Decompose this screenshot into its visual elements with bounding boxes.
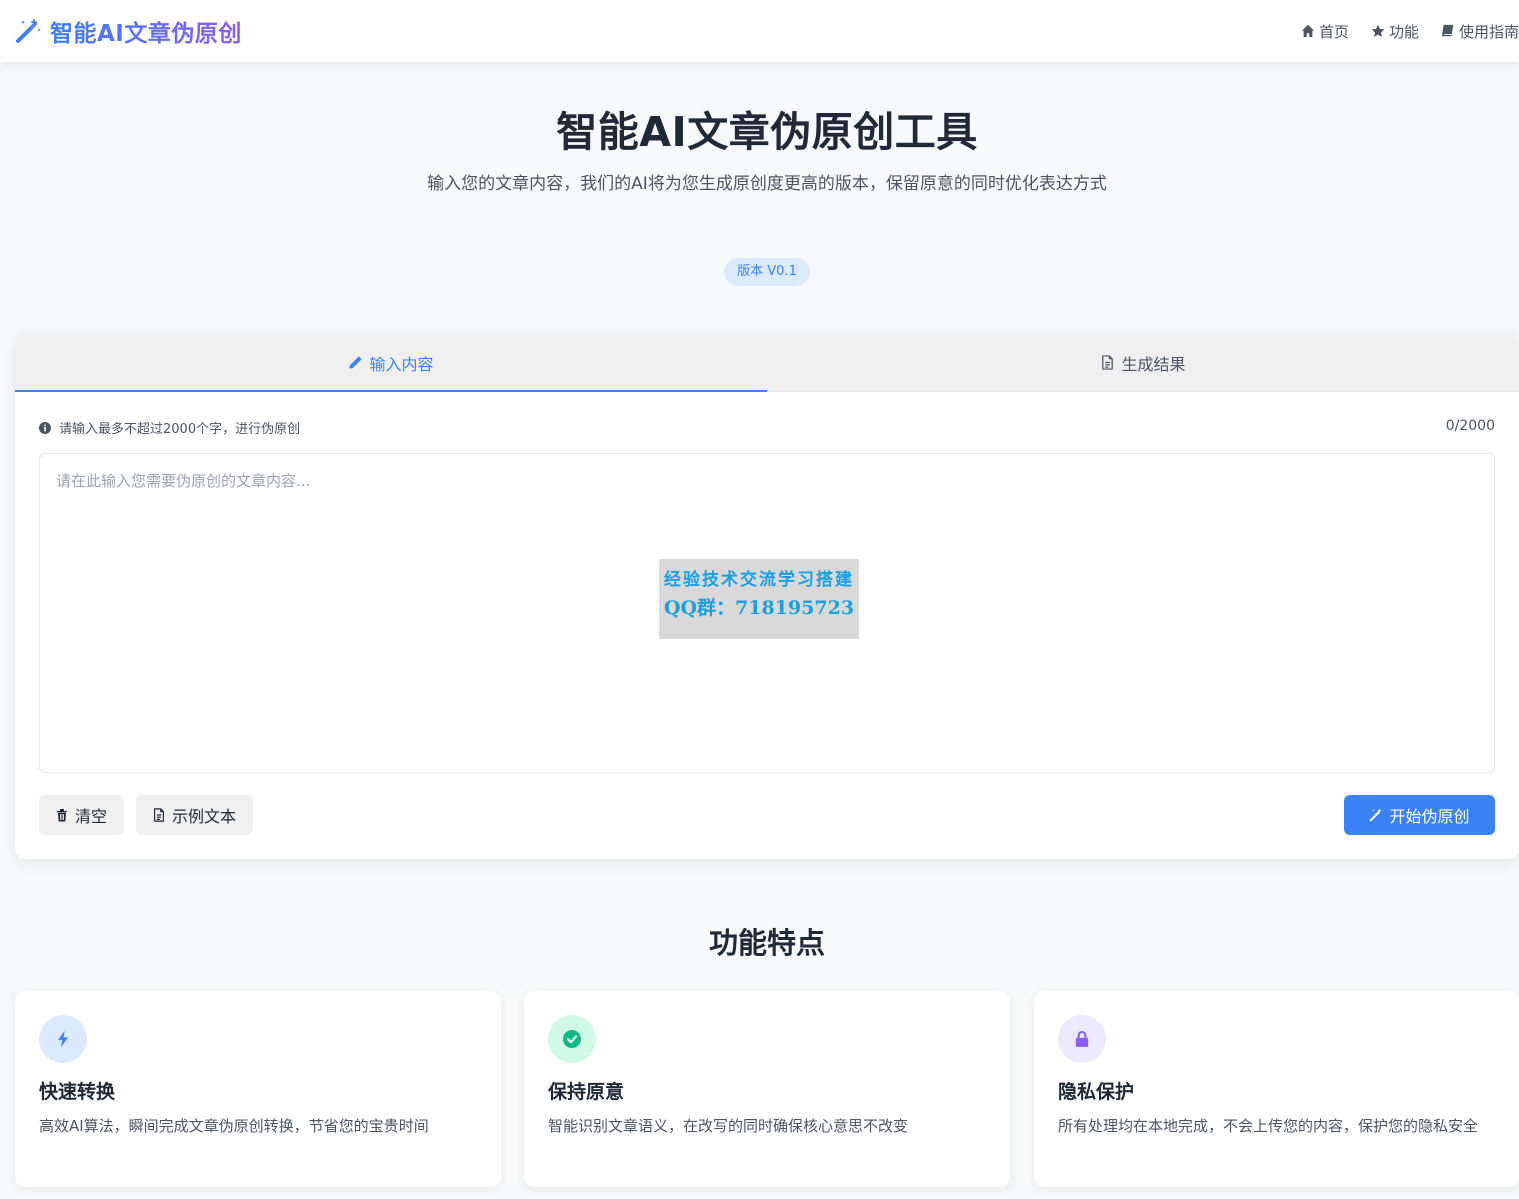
clear-button[interactable]: 清空 (39, 795, 124, 835)
home-icon (1301, 24, 1315, 38)
tab-input[interactable]: 输入内容 (15, 334, 767, 392)
watermark-overlay: 经验技术交流学习搭建 QQ群：718195723 (659, 559, 859, 639)
feature-card-meaning: 保持原意 智能识别文章语义，在改写的同时确保核心意思不改变 (524, 991, 1010, 1187)
main-nav: 首页 功能 使用指南 (1301, 21, 1519, 42)
char-counter: 0/2000 (1445, 418, 1495, 434)
nav-home-label: 首页 (1318, 22, 1349, 41)
feature-card-privacy: 隐私保护 所有处理均在本地完成，不会上传您的内容，保护您的隐私安全 (1034, 991, 1519, 1187)
feature-icon-wrap (1058, 1015, 1106, 1063)
clear-button-label: 清空 (75, 809, 108, 826)
feature-desc: 智能识别文章语义，在改写的同时确保核心意思不改变 (548, 1117, 909, 1135)
document-icon (154, 808, 164, 822)
lock-icon (1075, 1031, 1089, 1047)
feature-desc: 高效AI算法，瞬间完成文章伪原创转换，节省您的宝贵时间 (39, 1117, 429, 1135)
tab-bar: 输入内容 生成结果 (15, 334, 1519, 392)
tab-result-label: 生成结果 (1121, 354, 1186, 374)
feature-title: 快速转换 (39, 1081, 116, 1103)
magic-wand-icon (16, 18, 41, 43)
sample-text-button-label: 示例文本 (172, 809, 237, 826)
star-icon (1371, 24, 1385, 37)
watermark-line-1: 经验技术交流学习搭建 (664, 570, 854, 590)
brand-name: 智能AI文章伪原创 (50, 14, 242, 48)
nav-features[interactable]: 功能 (1371, 21, 1419, 42)
sample-text-button[interactable]: 示例文本 (136, 795, 253, 835)
pencil-icon (349, 356, 363, 369)
nav-guide-label: 使用指南 (1458, 22, 1519, 41)
tab-input-label: 输入内容 (369, 354, 434, 374)
start-rewrite-button[interactable]: 开始伪原创 (1344, 795, 1495, 835)
feature-desc: 所有处理均在本地完成，不会上传您的内容，保护您的隐私安全 (1058, 1117, 1479, 1135)
bolt-icon (57, 1030, 69, 1048)
nav-home[interactable]: 首页 (1301, 21, 1349, 42)
magic-wand-icon (1370, 808, 1383, 822)
version-badge: 版本 V0.1 (724, 258, 810, 286)
feature-card-fast: 快速转换 高效AI算法，瞬间完成文章伪原创转换，节省您的宝贵时间 (15, 991, 501, 1187)
tab-result[interactable]: 生成结果 (767, 334, 1519, 391)
brand[interactable]: 智能AI文章伪原创 (14, 14, 242, 48)
watermark-line-2: QQ群：718195723 (663, 597, 855, 619)
info-icon (39, 421, 51, 434)
feature-title: 保持原意 (548, 1081, 625, 1103)
trash-icon (57, 809, 67, 822)
input-hint-text: 请输入最多不超过2000个字，进行伪原创 (59, 422, 301, 437)
editor-card: 输入内容 生成结果 请输入最多不超过2000个字，进行伪原创 0/2000 经验… (15, 334, 1519, 859)
page-title: 智能AI文章伪原创工具 (556, 108, 978, 156)
document-icon (1102, 355, 1114, 370)
nav-features-label: 功能 (1388, 22, 1419, 41)
page-description: 输入您的文章内容，我们的AI将为您生成原创度更高的版本，保留原意的同时优化表达方… (427, 174, 1107, 194)
start-rewrite-button-label: 开始伪原创 (1389, 809, 1470, 826)
check-circle-icon (563, 1030, 581, 1048)
feature-title: 隐私保护 (1058, 1081, 1135, 1103)
nav-guide[interactable]: 使用指南 (1441, 21, 1519, 42)
feature-icon-wrap (548, 1015, 596, 1063)
top-navbar: 智能AI文章伪原创 首页 功能 使用指南 (0, 0, 1519, 62)
book-icon (1441, 24, 1454, 37)
input-hint: 请输入最多不超过2000个字，进行伪原创 (39, 418, 300, 437)
feature-icon-wrap (39, 1015, 87, 1063)
features-heading: 功能特点 (708, 926, 825, 960)
